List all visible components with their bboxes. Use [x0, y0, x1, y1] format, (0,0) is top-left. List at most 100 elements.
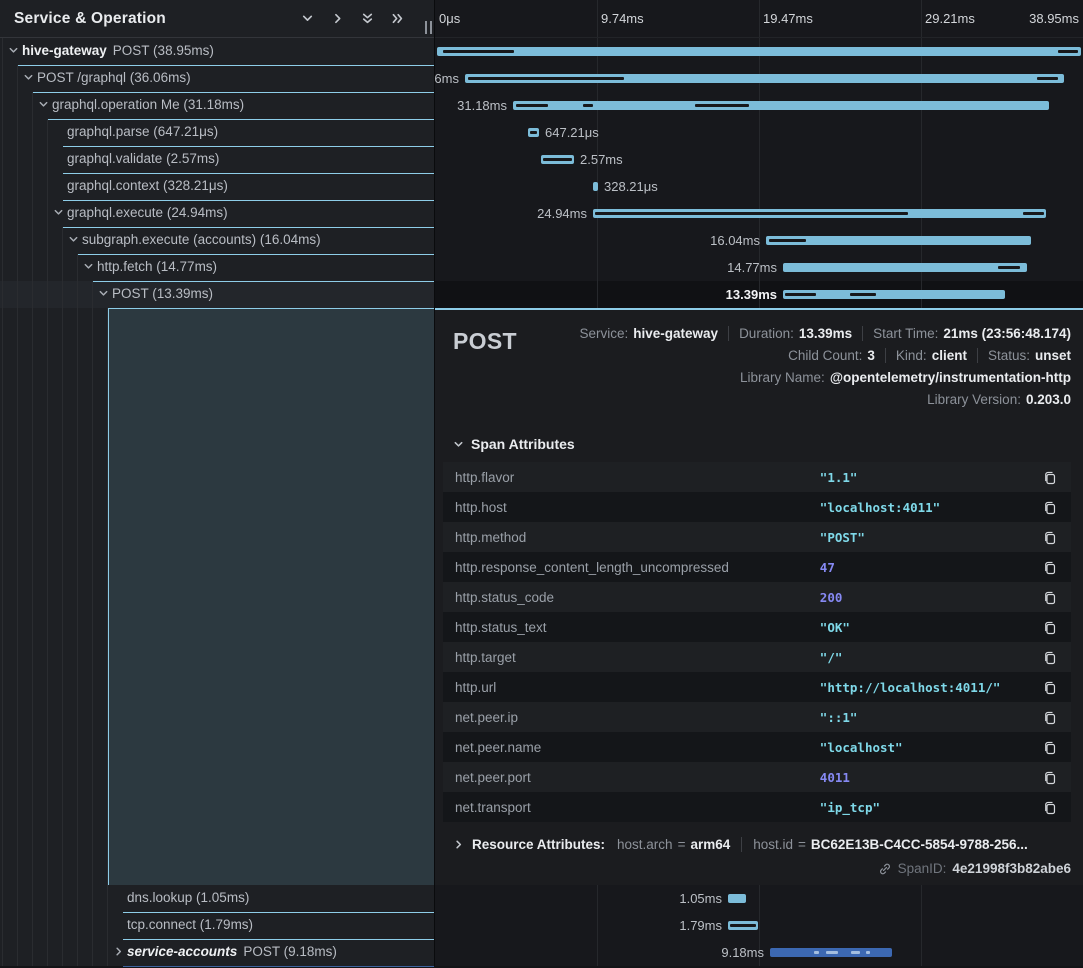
tree-row[interactable]: tcp.connect (1.79ms): [0, 912, 434, 939]
span-attributes-header[interactable]: Span Attributes: [453, 436, 1071, 452]
span-bar[interactable]: [593, 209, 1046, 218]
span-attributes-table: http.flavor"1.1"http.host"localhost:4011…: [443, 462, 1071, 822]
copy-icon[interactable]: [1040, 558, 1059, 577]
tree-row[interactable]: graphql.execute (24.94ms): [0, 200, 434, 227]
timeline-row[interactable]: [435, 38, 1083, 65]
chevron-down-icon[interactable]: [83, 255, 97, 281]
chevron-down-icon[interactable]: [23, 66, 37, 92]
chevron-down-icon[interactable]: [68, 228, 82, 254]
attribute-value: "OK": [820, 620, 850, 635]
link-icon[interactable]: [878, 862, 892, 876]
chevron-down-icon[interactable]: [98, 282, 112, 308]
child-span-notch: [850, 293, 877, 296]
tree-row[interactable]: service-accountsPOST (9.18ms): [0, 939, 434, 966]
span-color-underline: [63, 227, 434, 229]
meta-line: Library Name:@opentelemetry/instrumentat…: [579, 366, 1071, 388]
attribute-value: "POST": [820, 530, 865, 545]
tree-row[interactable]: dns.lookup (1.05ms): [0, 885, 434, 912]
collapse-all-button[interactable]: [359, 10, 376, 27]
meta-separator: [977, 348, 978, 363]
resource-key: host.id: [753, 837, 793, 852]
span-bar[interactable]: [783, 290, 1005, 299]
ruler-tick-label: 29.21ms: [925, 11, 975, 26]
tree-row[interactable]: http.fetch (14.77ms): [0, 254, 434, 281]
panel-resize-handle[interactable]: [425, 21, 432, 34]
meta-separator: [728, 326, 729, 341]
meta-label: Status:: [988, 348, 1030, 363]
child-span-notch: [468, 77, 624, 80]
timeline-row[interactable]: 31.18ms: [435, 92, 1083, 119]
meta-value: client: [932, 348, 967, 363]
tree-row[interactable]: graphql.context (328.21μs): [0, 173, 434, 200]
span-color-underline: [63, 173, 434, 175]
attribute-key: net.transport: [455, 800, 531, 815]
attribute-value: "ip_tcp": [820, 800, 880, 815]
meta-separator: [885, 348, 886, 363]
span-bar[interactable]: [728, 921, 758, 930]
chevron-down-icon[interactable]: [38, 93, 52, 119]
attribute-key: http.response_content_length_uncompresse…: [455, 560, 729, 575]
attribute-value: 47: [820, 560, 835, 575]
timeline-row[interactable]: 24.94ms: [435, 200, 1083, 227]
timeline-row[interactable]: 1.05ms: [435, 885, 1083, 912]
span-color-underline: [93, 281, 434, 283]
tree-row[interactable]: POST /graphql (36.06ms): [0, 65, 434, 92]
panel-header: Service & Operation: [0, 0, 434, 38]
copy-icon[interactable]: [1040, 678, 1059, 697]
tree-row[interactable]: POST (13.39ms): [0, 281, 434, 308]
span-bar[interactable]: [783, 263, 1027, 272]
span-color-underline: [108, 308, 434, 310]
meta-separator: [862, 326, 863, 341]
attribute-row: net.peer.ip"::1": [443, 702, 1071, 732]
span-bar[interactable]: [528, 128, 539, 137]
copy-icon[interactable]: [1040, 708, 1059, 727]
span-bar[interactable]: [593, 182, 598, 191]
copy-icon[interactable]: [1040, 798, 1059, 817]
child-span-notch: [530, 131, 538, 134]
collapse-one-level-button[interactable]: [299, 10, 316, 27]
timeline-row[interactable]: 647.21μs: [435, 119, 1083, 146]
timeline-row[interactable]: 1.79ms: [435, 912, 1083, 939]
span-bar[interactable]: [437, 47, 1081, 56]
child-span-notch: [1037, 77, 1058, 80]
tree-row[interactable]: graphql.operation Me (31.18ms): [0, 92, 434, 119]
timeline-row[interactable]: 328.21μs: [435, 173, 1083, 200]
chevron-down-icon[interactable]: [53, 201, 67, 227]
copy-icon[interactable]: [1040, 588, 1059, 607]
bar-duration-label: 16.04ms: [710, 227, 760, 254]
span-bar[interactable]: [728, 894, 746, 903]
timeline-row[interactable]: 2.57ms: [435, 146, 1083, 173]
bar-duration-label: 647.21μs: [545, 119, 599, 146]
tree-row[interactable]: graphql.validate (2.57ms): [0, 146, 434, 173]
child-span-notch: [1058, 50, 1077, 53]
chevron-down-icon[interactable]: [8, 39, 22, 65]
span-bar[interactable]: [465, 74, 1064, 83]
expand-one-level-button[interactable]: [329, 10, 346, 27]
timeline-rows-bottom: 1.05ms1.79ms9.18ms: [435, 885, 1083, 966]
tree-row[interactable]: subgraph.execute (accounts) (16.04ms): [0, 227, 434, 254]
timeline-row[interactable]: 13.39ms: [435, 281, 1083, 308]
timeline-row[interactable]: 16.04ms: [435, 227, 1083, 254]
tree-row[interactable]: hive-gatewayPOST (38.95ms): [0, 38, 434, 65]
copy-icon[interactable]: [1040, 768, 1059, 787]
bar-duration-label: 13.39ms: [726, 281, 777, 308]
expand-all-button[interactable]: [389, 10, 406, 27]
span-bar[interactable]: [766, 236, 1031, 245]
span-bar[interactable]: [513, 101, 1049, 110]
operation-label: http.fetch (14.77ms): [97, 259, 217, 274]
resource-attributes-row[interactable]: Resource Attributes: host.arch=arm64host…: [453, 837, 1071, 852]
copy-icon[interactable]: [1040, 738, 1059, 757]
timeline-row[interactable]: 9.18ms: [435, 939, 1083, 966]
span-bar[interactable]: [541, 155, 574, 164]
copy-icon[interactable]: [1040, 468, 1059, 487]
timeline-row[interactable]: 14.77ms: [435, 254, 1083, 281]
tree-row[interactable]: graphql.parse (647.21μs): [0, 119, 434, 146]
copy-icon[interactable]: [1040, 648, 1059, 667]
timeline-row[interactable]: 36.06ms: [435, 65, 1083, 92]
span-bar[interactable]: [770, 948, 892, 957]
span-id-row: SpanID: 4e21998f3b82abe6: [443, 861, 1071, 876]
copy-icon[interactable]: [1040, 528, 1059, 547]
copy-icon[interactable]: [1040, 498, 1059, 517]
copy-icon[interactable]: [1040, 618, 1059, 637]
chevron-right-icon[interactable]: [113, 940, 127, 966]
